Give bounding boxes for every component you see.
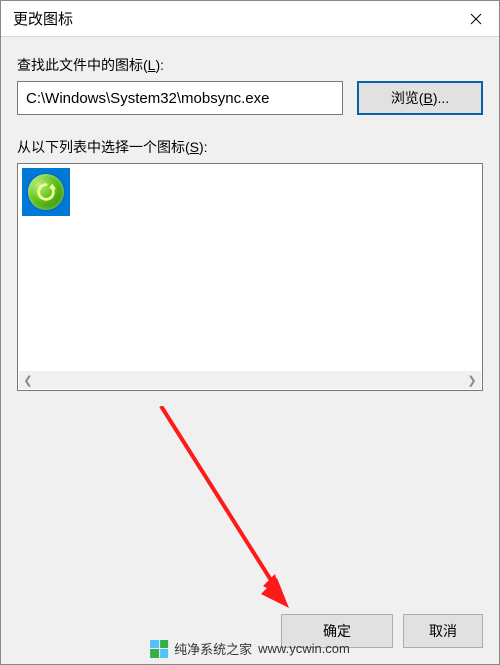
watermark-site: 纯净系统之家 — [174, 639, 252, 658]
annotation-arrow — [151, 406, 311, 621]
icon-path-input[interactable] — [17, 81, 343, 115]
path-row: 浏览(B)... — [17, 81, 483, 115]
dialog-content: 查找此文件中的图标(L): 浏览(B)... 从以下列表中选择一个图标(S): … — [1, 37, 499, 391]
watermark-logo-icon — [150, 640, 168, 658]
browse-button[interactable]: 浏览(B)... — [357, 81, 483, 115]
cancel-button[interactable]: 取消 — [403, 614, 483, 648]
scroll-right-icon[interactable]: ❯ — [463, 371, 481, 389]
select-label: 从以下列表中选择一个图标(S): — [17, 137, 483, 157]
titlebar: 更改图标 — [1, 1, 499, 37]
change-icon-dialog: 更改图标 查找此文件中的图标(L): 浏览(B)... 从以下列表中选择一个图标… — [0, 0, 500, 665]
dialog-buttons: 确定 取消 — [281, 614, 483, 648]
icon-item-selected[interactable] — [22, 168, 70, 216]
horizontal-scrollbar[interactable]: ❮ ❯ — [19, 371, 481, 389]
ok-button[interactable]: 确定 — [281, 614, 393, 648]
icon-list[interactable]: ❮ ❯ — [17, 163, 483, 391]
close-button[interactable] — [453, 1, 499, 37]
lookup-label: 查找此文件中的图标(L): — [17, 55, 483, 75]
window-title: 更改图标 — [13, 8, 73, 29]
sync-icon — [28, 174, 64, 210]
scroll-left-icon[interactable]: ❮ — [19, 371, 37, 389]
close-icon — [470, 13, 482, 25]
